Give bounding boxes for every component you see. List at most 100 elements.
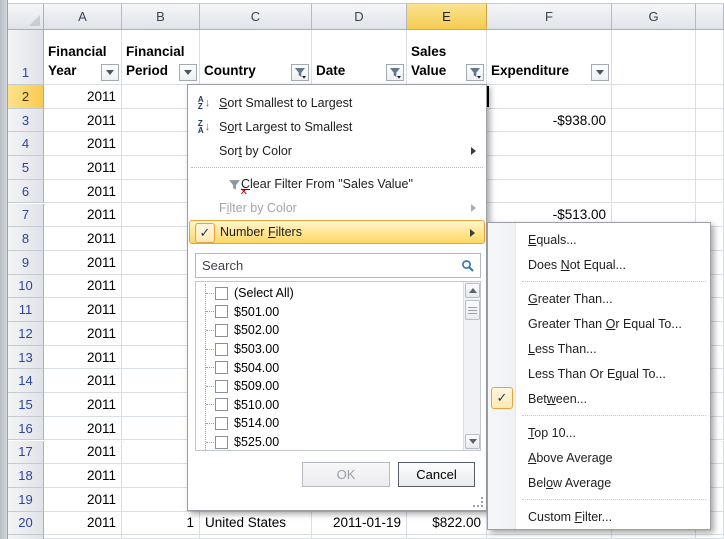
row-header-11[interactable]: 11 — [8, 298, 44, 322]
cell-A21-partial[interactable] — [44, 535, 122, 539]
scroll-down-button[interactable] — [465, 434, 480, 449]
column-header-B[interactable]: B — [122, 4, 200, 30]
filter-applied-button-D[interactable] — [386, 64, 404, 81]
column-header-C[interactable]: C — [200, 4, 312, 30]
cell-C20[interactable]: United States — [200, 512, 312, 536]
submenu-item-does-not-equal[interactable]: Does Not Equal... — [488, 252, 710, 277]
row-header-5[interactable]: 5 — [8, 156, 44, 180]
submenu-item-below-average[interactable]: Below Average — [488, 470, 710, 495]
column-header-partial[interactable] — [696, 4, 724, 30]
filter-value-item[interactable]: (Select All) — [196, 284, 463, 303]
cell-G5[interactable] — [612, 156, 696, 180]
cell-A4[interactable]: 2011 — [44, 132, 122, 156]
column-header-D[interactable]: D — [312, 4, 407, 30]
cell-B21-partial[interactable] — [122, 535, 200, 539]
row-header-2[interactable]: 2 — [8, 85, 44, 109]
value-checkbox[interactable] — [215, 436, 228, 449]
cell-F2[interactable] — [487, 85, 612, 109]
cell-A13[interactable]: 2011 — [44, 346, 122, 370]
menu-item-clear-filter-from-sales-value[interactable]: ✕Clear Filter From "Sales Value" — [189, 172, 485, 196]
cell-E21-partial[interactable] — [407, 535, 487, 539]
cell-A9[interactable]: 2011 — [44, 251, 122, 275]
row-header-9[interactable]: 9 — [8, 251, 44, 275]
cell-D21-partial[interactable] — [312, 535, 407, 539]
row-header-8[interactable]: 8 — [8, 227, 44, 251]
row-header-18[interactable]: 18 — [8, 464, 44, 488]
row-header-15[interactable]: 15 — [8, 393, 44, 417]
row-header-12[interactable]: 12 — [8, 322, 44, 346]
value-checkbox[interactable] — [215, 343, 228, 356]
row-header-17[interactable]: 17 — [8, 441, 44, 465]
cell-G21-partial[interactable] — [612, 535, 696, 539]
cell-A10[interactable]: 2011 — [44, 275, 122, 299]
filter-value-item[interactable]: $514.00 — [196, 414, 463, 433]
cell-H2[interactable] — [696, 85, 724, 109]
cell-A15[interactable]: 2011 — [44, 393, 122, 417]
cell-F21-partial[interactable] — [487, 535, 612, 539]
cell-D20[interactable]: 2011-01-19 — [312, 512, 407, 536]
cell-F3[interactable]: -$938.00 — [487, 109, 612, 133]
cancel-button[interactable]: Cancel — [398, 462, 475, 487]
search-input[interactable] — [196, 254, 480, 277]
value-checkbox[interactable] — [215, 398, 228, 411]
submenu-item-equals[interactable]: Equals... — [488, 227, 710, 252]
row-header-20[interactable]: 20 — [8, 512, 44, 536]
value-checkbox[interactable] — [215, 361, 228, 374]
cell-G2[interactable] — [612, 85, 696, 109]
cell-H4[interactable] — [696, 132, 724, 156]
row-header-4[interactable]: 4 — [8, 132, 44, 156]
cell-A19[interactable]: 2011 — [44, 488, 122, 512]
filter-dropdown-button-F[interactable] — [591, 64, 609, 81]
scroll-up-button[interactable] — [465, 283, 480, 298]
filter-value-item[interactable]: $510.00 — [196, 396, 463, 415]
row-header-21[interactable] — [8, 535, 44, 539]
cell-A7[interactable]: 2011 — [44, 204, 122, 228]
cell-A12[interactable]: 2011 — [44, 322, 122, 346]
row-header-13[interactable]: 13 — [8, 346, 44, 370]
column-header-A[interactable]: A — [44, 4, 122, 30]
filter-applied-button-E[interactable] — [466, 64, 484, 81]
submenu-item-between[interactable]: ✓Between... — [488, 386, 710, 411]
menu-item-number-filters[interactable]: ✓Number Filters — [189, 220, 485, 244]
scrollbar-thumb[interactable] — [465, 300, 480, 320]
ok-button[interactable]: OK — [302, 462, 390, 487]
cell-A3[interactable]: 2011 — [44, 109, 122, 133]
value-checkbox[interactable] — [215, 324, 228, 337]
column-header-F[interactable]: F — [487, 4, 612, 30]
cell-A14[interactable]: 2011 — [44, 369, 122, 393]
filter-value-item[interactable]: $504.00 — [196, 358, 463, 377]
column-header-E[interactable]: E — [407, 4, 487, 30]
submenu-item-top-10[interactable]: Top 10... — [488, 420, 710, 445]
cell-C21-partial[interactable] — [200, 535, 312, 539]
cell-A6[interactable]: 2011 — [44, 180, 122, 204]
filter-dropdown-button-B[interactable] — [179, 64, 197, 81]
cell-A18[interactable]: 2011 — [44, 464, 122, 488]
menu-item-sort-by-color[interactable]: Sort by Color — [189, 139, 485, 163]
value-checkbox[interactable] — [215, 380, 228, 393]
row-header-19[interactable]: 19 — [8, 488, 44, 512]
submenu-item-less-than[interactable]: Less Than... — [488, 336, 710, 361]
filter-value-item[interactable]: $509.00 — [196, 377, 463, 396]
filter-search-box[interactable] — [195, 253, 481, 278]
menu-resize-grip[interactable] — [473, 497, 483, 507]
cell-G3[interactable] — [612, 109, 696, 133]
row-header-1[interactable]: 1 — [8, 30, 44, 85]
cell-A20[interactable]: 2011 — [44, 512, 122, 536]
search-icon[interactable] — [461, 259, 475, 273]
cell-F4[interactable] — [487, 132, 612, 156]
cell-A2[interactable]: 2011 — [44, 85, 122, 109]
cell-H21-partial[interactable] — [696, 535, 724, 539]
row-header-7[interactable]: 7 — [8, 204, 44, 228]
cell-A5[interactable]: 2011 — [44, 156, 122, 180]
row-header-3[interactable]: 3 — [8, 109, 44, 133]
cell-A16[interactable]: 2011 — [44, 417, 122, 441]
value-checkbox[interactable] — [215, 287, 228, 300]
filter-dropdown-button-A[interactable] — [101, 64, 119, 81]
value-checkbox[interactable] — [215, 305, 228, 318]
filter-value-item[interactable]: $503.00 — [196, 340, 463, 359]
row-header-14[interactable]: 14 — [8, 369, 44, 393]
submenu-item-less-than-or-equal-to[interactable]: Less Than Or Equal To... — [488, 361, 710, 386]
cell-H6[interactable] — [696, 180, 724, 204]
row-header-10[interactable]: 10 — [8, 275, 44, 299]
cell-H3[interactable] — [696, 109, 724, 133]
